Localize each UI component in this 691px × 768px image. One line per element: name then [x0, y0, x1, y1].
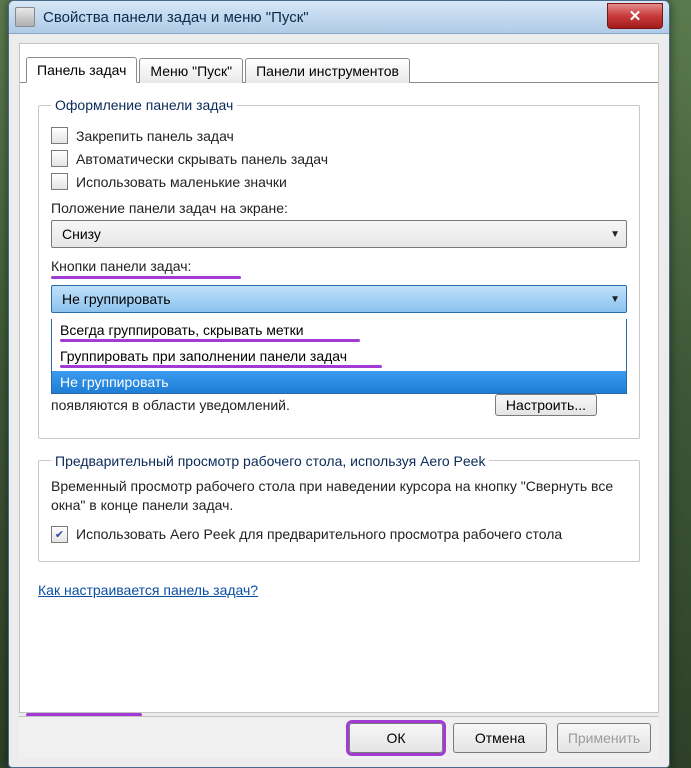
button-label: Применить	[568, 730, 640, 746]
checkbox-small-icons[interactable]	[51, 173, 68, 190]
group-aero-peek: Предварительный просмотр рабочего стола,…	[38, 453, 640, 562]
annotation-underline	[51, 276, 241, 279]
app-icon	[15, 7, 35, 27]
aero-desc: Временный просмотр рабочего стола при на…	[51, 477, 627, 516]
chevron-down-icon: ▼	[610, 294, 620, 305]
close-icon: ✕	[629, 7, 642, 25]
row-autohide: Автоматически скрывать панель задач	[51, 150, 627, 167]
annotation-underline	[60, 365, 382, 368]
notify-row: появляются в области уведомлений. Настро…	[51, 396, 627, 416]
option-label: Не группировать	[60, 374, 169, 390]
tab-start-menu[interactable]: Меню "Пуск"	[139, 58, 243, 83]
apply-button[interactable]: Применить	[557, 723, 651, 753]
cancel-button[interactable]: Отмена	[453, 723, 547, 753]
client-area: Панель задач Меню "Пуск" Панели инструме…	[19, 43, 659, 713]
button-label: Отмена	[475, 730, 525, 746]
option-label: Группировать при заполнении панели задач	[60, 348, 347, 364]
label-small-icons: Использовать маленькие значки	[76, 174, 287, 190]
window-title: Свойства панели задач и меню "Пуск"	[43, 9, 309, 26]
combo-option-group-when-full[interactable]: Группировать при заполнении панели задач	[52, 345, 626, 371]
label-buttons: Кнопки панели задач:	[51, 258, 627, 274]
checkbox-use-aero[interactable]: ✔	[51, 526, 68, 543]
combo-position-value: Снизу	[62, 226, 101, 242]
group-legend: Оформление панели задач	[51, 97, 237, 113]
button-label: Настроить...	[506, 397, 586, 413]
tab-content: Оформление панели задач Закрепить панель…	[20, 83, 658, 608]
titlebar: Свойства панели задач и меню "Пуск" ✕	[9, 1, 669, 34]
label-use-aero: Использовать Aero Peek для предварительн…	[76, 526, 562, 542]
ok-button[interactable]: ОК	[349, 723, 443, 753]
combo-option-never-group[interactable]: Не группировать	[52, 371, 626, 393]
group-design: Оформление панели задач Закрепить панель…	[38, 97, 640, 439]
chevron-down-icon: ▼	[610, 229, 620, 240]
notify-text: появляются в области уведомлений.	[51, 397, 290, 413]
help-link[interactable]: Как настраивается панель задач?	[38, 582, 258, 598]
option-label: Всегда группировать, скрывать метки	[60, 322, 304, 338]
button-bar: ОК Отмена Применить	[19, 716, 659, 759]
button-label: ОК	[386, 730, 405, 746]
checkbox-lock[interactable]	[51, 127, 68, 144]
row-use-aero: ✔ Использовать Aero Peek для предварител…	[51, 526, 627, 543]
combo-position[interactable]: Снизу ▼	[51, 220, 627, 248]
checkbox-autohide[interactable]	[51, 150, 68, 167]
row-lock: Закрепить панель задач	[51, 127, 627, 144]
tab-taskbar[interactable]: Панель задач	[26, 57, 137, 83]
label-position: Положение панели задач на экране:	[51, 200, 627, 216]
dialog-window: Свойства панели задач и меню "Пуск" ✕ Па…	[8, 0, 670, 768]
customize-button[interactable]: Настроить...	[495, 394, 597, 416]
combo-buttons[interactable]: Не группировать ▼	[51, 285, 627, 313]
tab-label: Панели инструментов	[256, 63, 399, 79]
close-button[interactable]: ✕	[607, 3, 663, 29]
tab-label: Панель задач	[37, 62, 126, 78]
combo-option-always-group[interactable]: Всегда группировать, скрывать метки	[52, 319, 626, 345]
label-autohide: Автоматически скрывать панель задач	[76, 151, 328, 167]
tab-toolbars[interactable]: Панели инструментов	[245, 58, 410, 83]
combo-buttons-value: Не группировать	[62, 291, 171, 307]
tabstrip: Панель задач Меню "Пуск" Панели инструме…	[20, 44, 658, 83]
row-small-icons: Использовать маленькие значки	[51, 173, 627, 190]
label-lock: Закрепить панель задач	[76, 128, 234, 144]
tab-label: Меню "Пуск"	[150, 63, 232, 79]
combo-buttons-list: Всегда группировать, скрывать метки Груп…	[51, 319, 627, 394]
annotation-underline	[60, 339, 360, 342]
group-legend: Предварительный просмотр рабочего стола,…	[51, 453, 489, 469]
